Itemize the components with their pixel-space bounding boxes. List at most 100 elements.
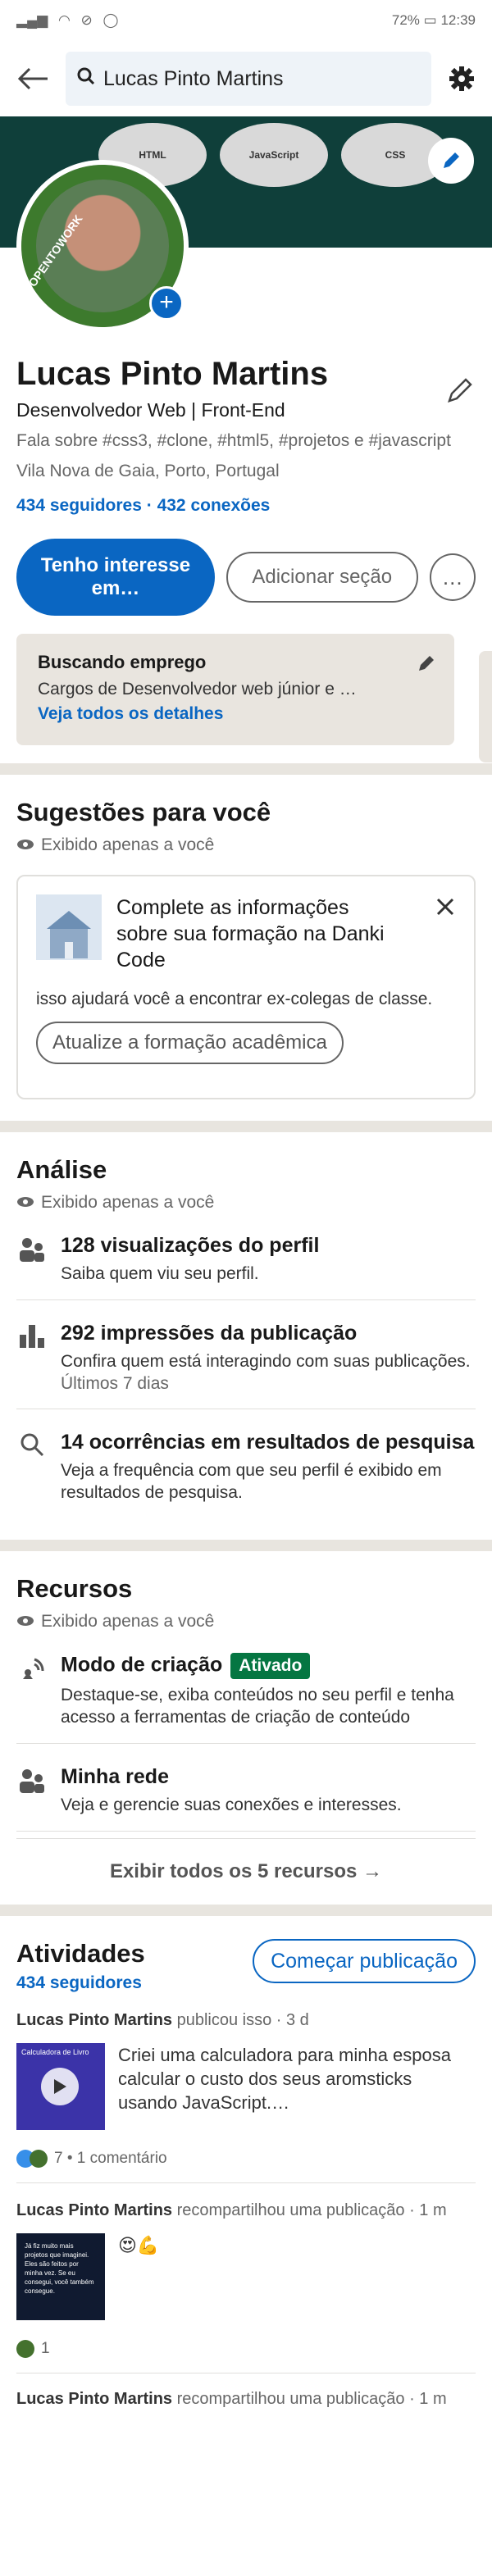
eye-icon (16, 1612, 34, 1632)
show-all-resources-button[interactable]: Exibir todos os 5 recursos → (16, 1838, 476, 1883)
resources-section: Recursos Exibido apenas a você Modo de c… (0, 1551, 492, 1905)
suggestion-text: isso ajudará você a encontrar ex-colegas… (36, 990, 433, 1008)
resource-desc: Veja e gerencie suas conexões e interess… (61, 1795, 402, 1814)
activity-post[interactable]: Lucas Pinto Martins recompartilhou uma p… (16, 2183, 476, 2373)
activity-post-header[interactable]: Lucas Pinto Martins recompartilhou uma p… (16, 2373, 476, 2425)
open-to-work-card[interactable]: Buscando emprego Cargos de Desenvolvedor… (16, 634, 454, 745)
post-author[interactable]: Lucas Pinto Martins (16, 2201, 172, 2219)
search-input[interactable]: Lucas Pinto Martins (66, 52, 431, 106)
my-network-item[interactable]: Minha rede Veja e gerencie suas conexões… (16, 1744, 476, 1832)
bar-chart-icon (16, 1322, 48, 1394)
creator-mode-item[interactable]: Modo de criação Ativado Destaque-se, exib… (16, 1632, 476, 1744)
resource-desc: Destaque-se, exiba conteúdos no seu perf… (61, 1686, 454, 1727)
post-author[interactable]: Lucas Pinto Martins (16, 2390, 172, 2408)
link-separator: · (141, 496, 157, 515)
resource-title: Minha rede (61, 1765, 169, 1788)
activity-post[interactable]: Lucas Pinto Martins publicou isso · 3 d … (16, 1993, 476, 2183)
status-icons: ▂▄▆ ◠ ⊘ ◯ (16, 12, 125, 29)
post-text: Criei uma calculadora para minha esposa … (118, 2045, 451, 2113)
play-icon[interactable] (41, 2068, 79, 2105)
private-label: Exibido apenas a você (41, 1193, 215, 1212)
edit-banner-button[interactable] (428, 138, 474, 184)
post-action: recompartilhou uma publicação · 1 m (172, 2390, 447, 2408)
search-icon (77, 67, 95, 91)
private-label: Exibido apenas a você (41, 835, 215, 854)
private-notice: Exibido apenas a você (16, 835, 476, 855)
search-query: Lucas Pinto Martins (103, 66, 284, 90)
analytic-title: 128 visualizações do perfil (61, 1234, 320, 1257)
post-action: recompartilhou uma publicação · 1 m (172, 2201, 447, 2219)
gear-icon[interactable] (448, 65, 476, 93)
profile-intro: Lucas Pinto Martins Desenvolvedor Web | … (0, 356, 492, 745)
section-divider (0, 1905, 492, 1916)
reaction-count: 7 • 1 comentário (54, 2150, 167, 2167)
broadcast-icon (16, 1653, 48, 1728)
post-video-thumbnail[interactable]: Calculadora de Livro (16, 2043, 105, 2130)
profile-views-item[interactable]: 128 visualizações do perfil Saiba quem v… (16, 1213, 476, 1300)
profile-actions: Tenho interesse em… Adicionar seção … (16, 539, 476, 616)
celebrate-reaction-icon (30, 2150, 48, 2168)
profile-location: Vila Nova de Gaia, Porto, Portugal (16, 462, 280, 480)
private-label: Exibido apenas a você (41, 1612, 215, 1631)
mute-icon: ⊘ (80, 12, 93, 28)
activity-followers-link[interactable]: 434 seguidores (16, 1973, 145, 1993)
close-icon[interactable] (436, 898, 454, 920)
post-reactions[interactable]: 1 (16, 2340, 476, 2358)
analytics-section: Análise Exibido apenas a você 128 visual… (0, 1132, 492, 1540)
connections-link[interactable]: 432 conexões (157, 496, 271, 515)
start-post-button[interactable]: Começar publicação (253, 1939, 476, 1983)
profile-avatar[interactable]: #OPENTOWORK + (16, 160, 189, 332)
creator-mode-label: Modo de criação (61, 1653, 223, 1677)
analytic-title: 292 impressões da publicação (61, 1322, 358, 1345)
people-icon (16, 1765, 48, 1816)
post-reactions[interactable]: 7 • 1 comentário (16, 2150, 476, 2168)
thumbnail-caption: Calculadora de Livro (21, 2048, 89, 2056)
suggestions-section: Sugestões para você Exibido apenas a voc… (0, 775, 492, 1121)
activity-title: Atividades (16, 1939, 145, 1968)
eye-icon (16, 1193, 34, 1213)
wifi-icon: ◠ (57, 12, 71, 28)
post-image-thumbnail[interactable]: Já fiz muito mais projetos que imaginei.… (16, 2233, 105, 2320)
analytic-meta: Últimos 7 dias (61, 1374, 169, 1393)
analytics-title: Análise (16, 1155, 107, 1184)
suggestions-title: Sugestões para você (16, 798, 271, 826)
edit-intro-pencil-icon[interactable] (446, 376, 474, 408)
status-bar: ▂▄▆ ◠ ⊘ ◯ 72% ▭ 12:39 (0, 0, 492, 41)
back-arrow-icon[interactable] (16, 66, 49, 91)
add-section-button[interactable]: Adicionar seção (226, 552, 418, 603)
eye-icon (16, 835, 34, 855)
see-all-details-link[interactable]: Veja todos os detalhes (38, 704, 433, 724)
top-bar: Lucas Pinto Martins (0, 41, 492, 116)
reaction-count: 1 (41, 2340, 50, 2357)
private-notice: Exibido apenas a você (16, 1193, 476, 1213)
battery-icon: ▭ (423, 12, 441, 28)
followers-link[interactable]: 434 seguidores (16, 496, 142, 515)
open-to-button[interactable]: Tenho interesse em… (16, 539, 215, 616)
more-options-button[interactable]: … (429, 553, 476, 601)
javascript-logo: JavaScript (220, 123, 328, 187)
private-notice: Exibido apenas a você (16, 1612, 476, 1632)
post-author[interactable]: Lucas Pinto Martins (16, 2011, 172, 2029)
people-icon (16, 1234, 48, 1285)
analytic-desc: Veja a frequência com que seu perfil é e… (61, 1461, 442, 1502)
network-links: 434 seguidores · 432 conexões (16, 496, 476, 516)
update-education-button[interactable]: Atualize a formação acadêmica (36, 1022, 344, 1064)
analytic-title: 14 ocorrências em resultados de pesquisa (61, 1431, 475, 1454)
search-icon (16, 1431, 48, 1504)
pencil-icon[interactable] (417, 653, 436, 677)
activity-section: Atividades 434 seguidores Começar public… (0, 1916, 492, 2446)
analytic-desc: Confira quem está interagindo com suas p… (61, 1352, 471, 1371)
profile-about: Fala sobre #css3, #clone, #html5, #proje… (16, 431, 451, 450)
post-impressions-item[interactable]: 292 impressões da publicação Confira que… (16, 1300, 476, 1409)
post-header: Lucas Pinto Martins publicou isso · 3 d (16, 2011, 476, 2030)
section-divider (0, 763, 492, 775)
post-header: Lucas Pinto Martins recompartilhou uma p… (16, 2201, 476, 2220)
search-appearances-item[interactable]: 14 ocorrências em resultados de pesquisa… (16, 1409, 476, 1518)
status-right: 72% ▭ 12:39 (392, 12, 476, 29)
resources-title: Recursos (16, 1574, 133, 1603)
clock: 12:39 (440, 12, 476, 28)
suggestion-card: Complete as informações sobre sua formaç… (16, 875, 476, 1099)
add-photo-button[interactable]: + (149, 286, 184, 321)
section-divider (0, 1121, 492, 1132)
post-text: 😍💪 (118, 2235, 160, 2255)
